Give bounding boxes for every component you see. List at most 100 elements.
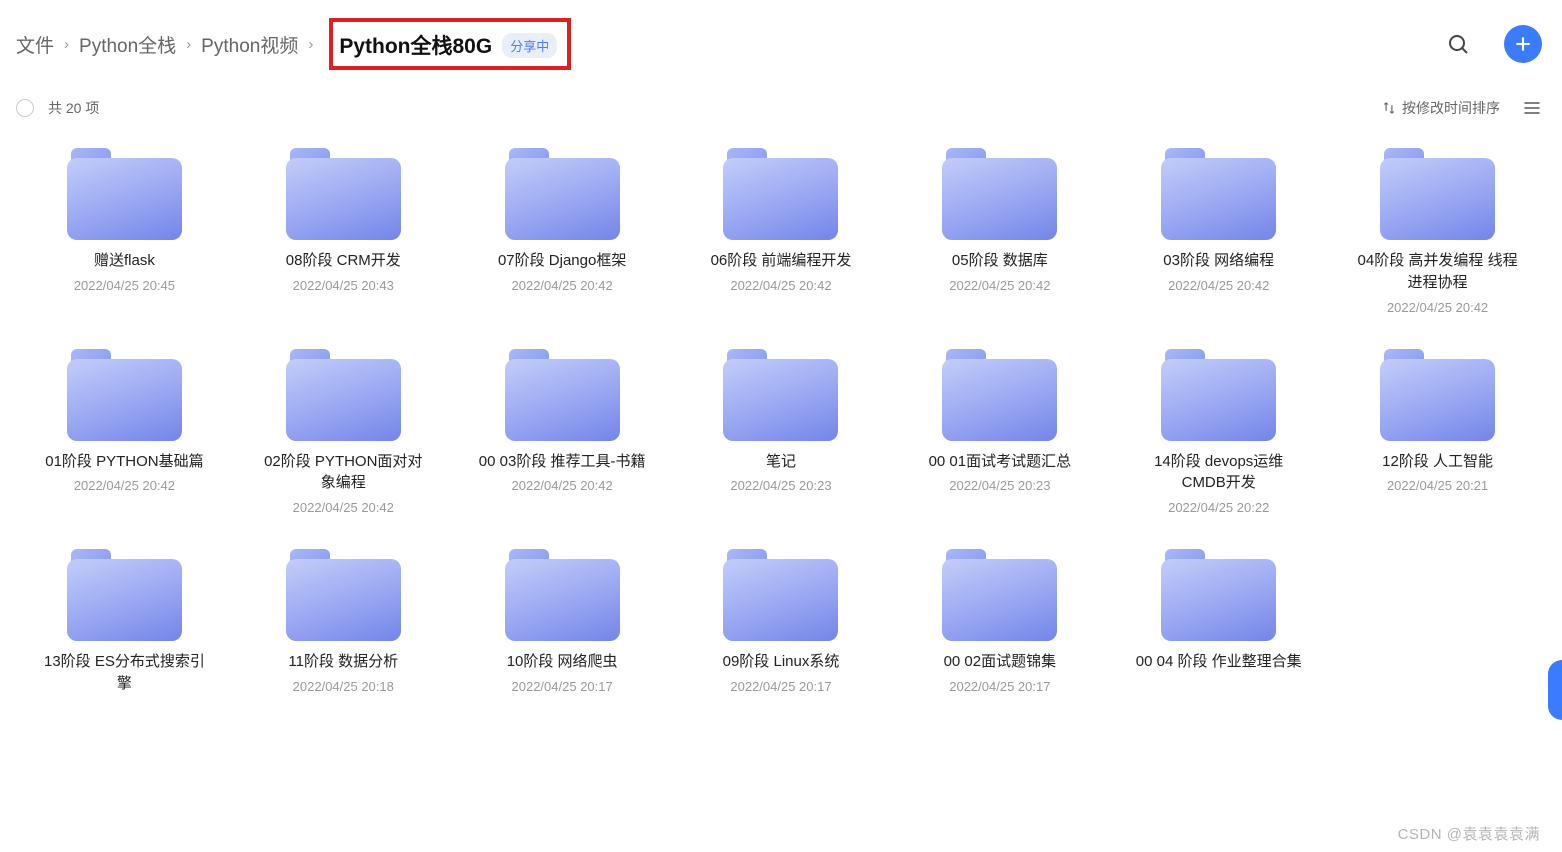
side-tab[interactable]	[1548, 660, 1562, 720]
folder-name: 02阶段 PYTHON面对对象编程	[258, 451, 428, 495]
folder-name: 04阶段 高并发编程 线程进程协程	[1353, 250, 1523, 294]
folder-name: 10阶段 网络爬虫	[507, 651, 618, 673]
breadcrumb-current: Python全栈80G	[339, 30, 492, 60]
folder-icon	[942, 549, 1057, 641]
breadcrumb-current-highlight: Python全栈80G 分享中	[329, 18, 571, 70]
folder-item[interactable]: 10阶段 网络爬虫 2022/04/25 20:17	[456, 541, 669, 709]
folder-item[interactable]: 00 04 阶段 作业整理合集	[1112, 541, 1325, 709]
chevron-right-icon: ›	[186, 36, 191, 53]
folder-item[interactable]: 09阶段 Linux系统 2022/04/25 20:17	[675, 541, 888, 709]
folder-name: 14阶段 devops运维CMDB开发	[1134, 451, 1304, 495]
folder-name: 11阶段 数据分析	[288, 651, 398, 673]
folder-item[interactable]: 13阶段 ES分布式搜索引擎	[18, 541, 231, 709]
folder-date: 2022/04/25 20:18	[293, 679, 394, 694]
search-icon[interactable]	[1446, 32, 1470, 56]
folder-date: 2022/04/25 20:42	[1387, 300, 1488, 315]
folder-date: 2022/04/25 20:17	[949, 679, 1050, 694]
folder-name: 08阶段 CRM开发	[286, 250, 401, 272]
folder-date: 2022/04/25 20:23	[949, 478, 1050, 493]
folder-icon	[286, 148, 401, 240]
folder-date: 2022/04/25 20:42	[512, 478, 613, 493]
folder-date: 2022/04/25 20:42	[949, 278, 1050, 293]
folder-item[interactable]: 06阶段 前端编程开发 2022/04/25 20:42	[675, 140, 888, 323]
folder-icon	[67, 549, 182, 641]
view-mode-icon[interactable]	[1522, 98, 1542, 118]
chevron-right-icon: ›	[308, 36, 313, 53]
header-actions	[1446, 25, 1542, 63]
folder-date: 2022/04/25 20:43	[293, 278, 394, 293]
folder-date: 2022/04/25 20:45	[74, 278, 175, 293]
item-count-label: 共 20 项	[48, 98, 99, 118]
folder-item[interactable]: 12阶段 人工智能 2022/04/25 20:21	[1331, 341, 1544, 524]
folder-date: 2022/04/25 20:21	[1387, 478, 1488, 493]
folder-name: 赠送flask	[94, 250, 155, 272]
folder-item[interactable]: 02阶段 PYTHON面对对象编程 2022/04/25 20:42	[237, 341, 450, 524]
folder-item[interactable]: 14阶段 devops运维CMDB开发 2022/04/25 20:22	[1112, 341, 1325, 524]
folder-icon	[67, 148, 182, 240]
folder-name: 01阶段 PYTHON基础篇	[45, 451, 203, 473]
toolbar-left: 共 20 项	[16, 98, 99, 118]
folder-item[interactable]: 08阶段 CRM开发 2022/04/25 20:43	[237, 140, 450, 323]
folder-icon	[723, 549, 838, 641]
chevron-right-icon: ›	[64, 36, 69, 53]
folder-item[interactable]: 11阶段 数据分析 2022/04/25 20:18	[237, 541, 450, 709]
folder-date: 2022/04/25 20:42	[730, 278, 831, 293]
add-button[interactable]	[1504, 25, 1542, 63]
breadcrumb-item[interactable]: Python视频	[201, 31, 298, 58]
folder-icon	[505, 349, 620, 441]
folder-icon	[1161, 349, 1276, 441]
folder-icon	[286, 349, 401, 441]
folder-name: 12阶段 人工智能	[1382, 451, 1493, 473]
folder-item[interactable]: 00 02面试题锦集 2022/04/25 20:17	[893, 541, 1106, 709]
folder-icon	[942, 148, 1057, 240]
folder-icon	[1161, 549, 1276, 641]
folder-grid: 赠送flask 2022/04/25 20:45 08阶段 CRM开发 2022/04…	[0, 128, 1562, 721]
folder-icon	[67, 349, 182, 441]
folder-icon	[1380, 148, 1495, 240]
folder-item[interactable]: 04阶段 高并发编程 线程进程协程 2022/04/25 20:42	[1331, 140, 1544, 323]
folder-name: 笔记	[766, 451, 796, 473]
folder-name: 09阶段 Linux系统	[723, 651, 840, 673]
folder-name: 00 02面试题锦集	[944, 651, 1057, 673]
folder-date: 2022/04/25 20:42	[512, 278, 613, 293]
folder-name: 13阶段 ES分布式搜索引擎	[39, 651, 209, 695]
sort-icon	[1382, 101, 1396, 115]
folder-date: 2022/04/25 20:42	[293, 500, 394, 515]
folder-item[interactable]: 赠送flask 2022/04/25 20:45	[18, 140, 231, 323]
folder-icon	[942, 349, 1057, 441]
folder-date: 2022/04/25 20:23	[730, 478, 831, 493]
folder-date: 2022/04/25 20:17	[512, 679, 613, 694]
breadcrumb-item[interactable]: 文件	[16, 31, 54, 58]
folder-item[interactable]: 00 01面试考试题汇总 2022/04/25 20:23	[893, 341, 1106, 524]
folder-date: 2022/04/25 20:17	[730, 679, 831, 694]
folder-item[interactable]: 07阶段 Django框架 2022/04/25 20:42	[456, 140, 669, 323]
folder-name: 00 03阶段 推荐工具-书籍	[479, 451, 646, 473]
folder-icon	[286, 549, 401, 641]
folder-icon	[723, 349, 838, 441]
folder-name: 06阶段 前端编程开发	[711, 250, 852, 272]
folder-name: 00 01面试考试题汇总	[929, 451, 1072, 473]
folder-name: 07阶段 Django框架	[498, 250, 626, 272]
folder-item[interactable]: 01阶段 PYTHON基础篇2022/04/25 20:42	[18, 341, 231, 524]
share-badge[interactable]: 分享中	[502, 33, 557, 58]
folder-item[interactable]: 05阶段 数据库 2022/04/25 20:42	[893, 140, 1106, 323]
folder-name: 03阶段 网络编程	[1163, 250, 1274, 272]
folder-icon	[723, 148, 838, 240]
sort-button[interactable]: 按修改时间排序	[1382, 98, 1500, 118]
folder-icon	[1380, 349, 1495, 441]
folder-item[interactable]: 00 03阶段 推荐工具-书籍 2022/04/25 20:42	[456, 341, 669, 524]
folder-icon	[1161, 148, 1276, 240]
sort-label-text: 按修改时间排序	[1402, 98, 1500, 118]
folder-name: 05阶段 数据库	[952, 250, 1048, 272]
toolbar: 共 20 项 按修改时间排序	[0, 88, 1562, 128]
select-all-checkbox[interactable]	[16, 99, 34, 117]
toolbar-right: 按修改时间排序	[1382, 98, 1542, 118]
watermark: CSDN @袁袁袁袁满	[1398, 823, 1540, 844]
folder-name: 00 04 阶段 作业整理合集	[1136, 651, 1302, 673]
breadcrumb: 文件 › Python全栈 › Python视频 › Python全栈80G 分…	[16, 18, 571, 70]
folder-icon	[505, 549, 620, 641]
folder-item[interactable]: 笔记 2022/04/25 20:23	[675, 341, 888, 524]
breadcrumb-item[interactable]: Python全栈	[79, 31, 176, 58]
folder-item[interactable]: 03阶段 网络编程2022/04/25 20:42	[1112, 140, 1325, 323]
folder-date: 2022/04/25 20:22	[1168, 500, 1269, 515]
